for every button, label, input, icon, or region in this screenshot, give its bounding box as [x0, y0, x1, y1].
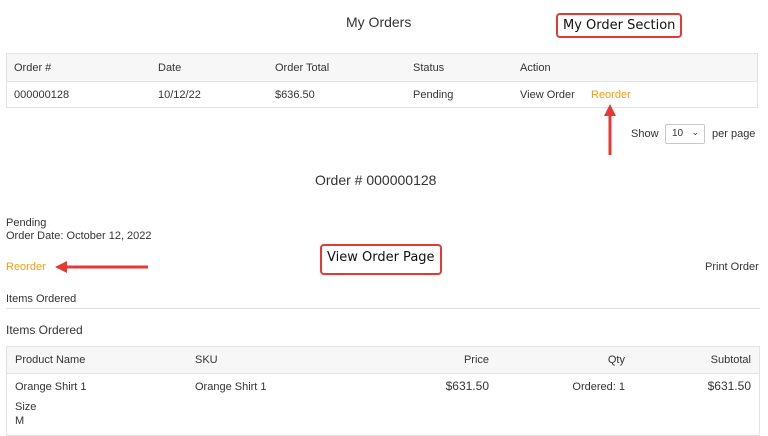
item-option-value: M: [15, 415, 25, 427]
annotation-view-order-page: View Order Page: [320, 244, 442, 275]
item-sku: Orange Shirt 1: [195, 381, 267, 393]
col-sku: SKU: [195, 354, 218, 366]
items-table-header: Product Name SKU Price Qty Subtotal: [7, 347, 759, 374]
col-order-number: Order #: [14, 62, 52, 74]
item-option-label: Size: [15, 401, 37, 413]
col-subtotal: Subtotal: [710, 354, 751, 366]
order-status: Pending: [6, 217, 47, 229]
col-product-name: Product Name: [15, 354, 86, 366]
annotation-my-order-section: My Order Section: [556, 13, 683, 38]
view-order-link[interactable]: View Order: [520, 89, 575, 101]
status-cell: Pending: [413, 89, 454, 101]
tab-items-ordered[interactable]: Items Ordered: [6, 293, 76, 305]
print-order-link[interactable]: Print Order: [705, 261, 759, 273]
annotation-arrow-up-icon: [604, 104, 616, 155]
per-page-select[interactable]: 10 ⌄: [665, 124, 705, 144]
per-page-value: 10: [672, 128, 684, 139]
col-action: Action: [520, 62, 551, 74]
divider: [6, 308, 760, 309]
item-qty: Ordered: 1: [572, 381, 625, 393]
orders-table: Order # Date Order Total Status Action 0…: [6, 53, 758, 108]
order-view-title: Order # 000000128: [315, 172, 437, 188]
item-subtotal: $631.50: [707, 379, 751, 393]
items-ordered-heading: Items Ordered: [6, 323, 83, 337]
annotation-arrow-left-icon: [55, 261, 148, 273]
order-date: Order Date: October 12, 2022: [6, 230, 152, 242]
col-date: Date: [158, 62, 182, 74]
item-name: Orange Shirt 1: [15, 381, 87, 393]
orders-table-header: Order # Date Order Total Status Action: [7, 54, 757, 82]
col-status: Status: [413, 62, 445, 74]
items-table: Product Name SKU Price Qty Subtotal Oran…: [6, 346, 760, 436]
col-price: Price: [463, 354, 489, 366]
total-cell: $636.50: [275, 89, 315, 101]
pager-per-page-label: per page: [712, 128, 756, 140]
col-order-total: Order Total: [275, 62, 330, 74]
order-number-cell: 000000128: [14, 89, 70, 101]
order-reorder-link[interactable]: Reorder: [6, 261, 46, 273]
item-price: $631.50: [445, 379, 489, 393]
my-orders-title: My Orders: [346, 14, 412, 30]
chevron-down-icon: ⌄: [691, 127, 699, 137]
col-qty: Qty: [607, 354, 625, 366]
reorder-link[interactable]: Reorder: [591, 89, 631, 101]
date-cell: 10/12/22: [158, 89, 201, 101]
pager-show-label: Show: [631, 128, 659, 140]
